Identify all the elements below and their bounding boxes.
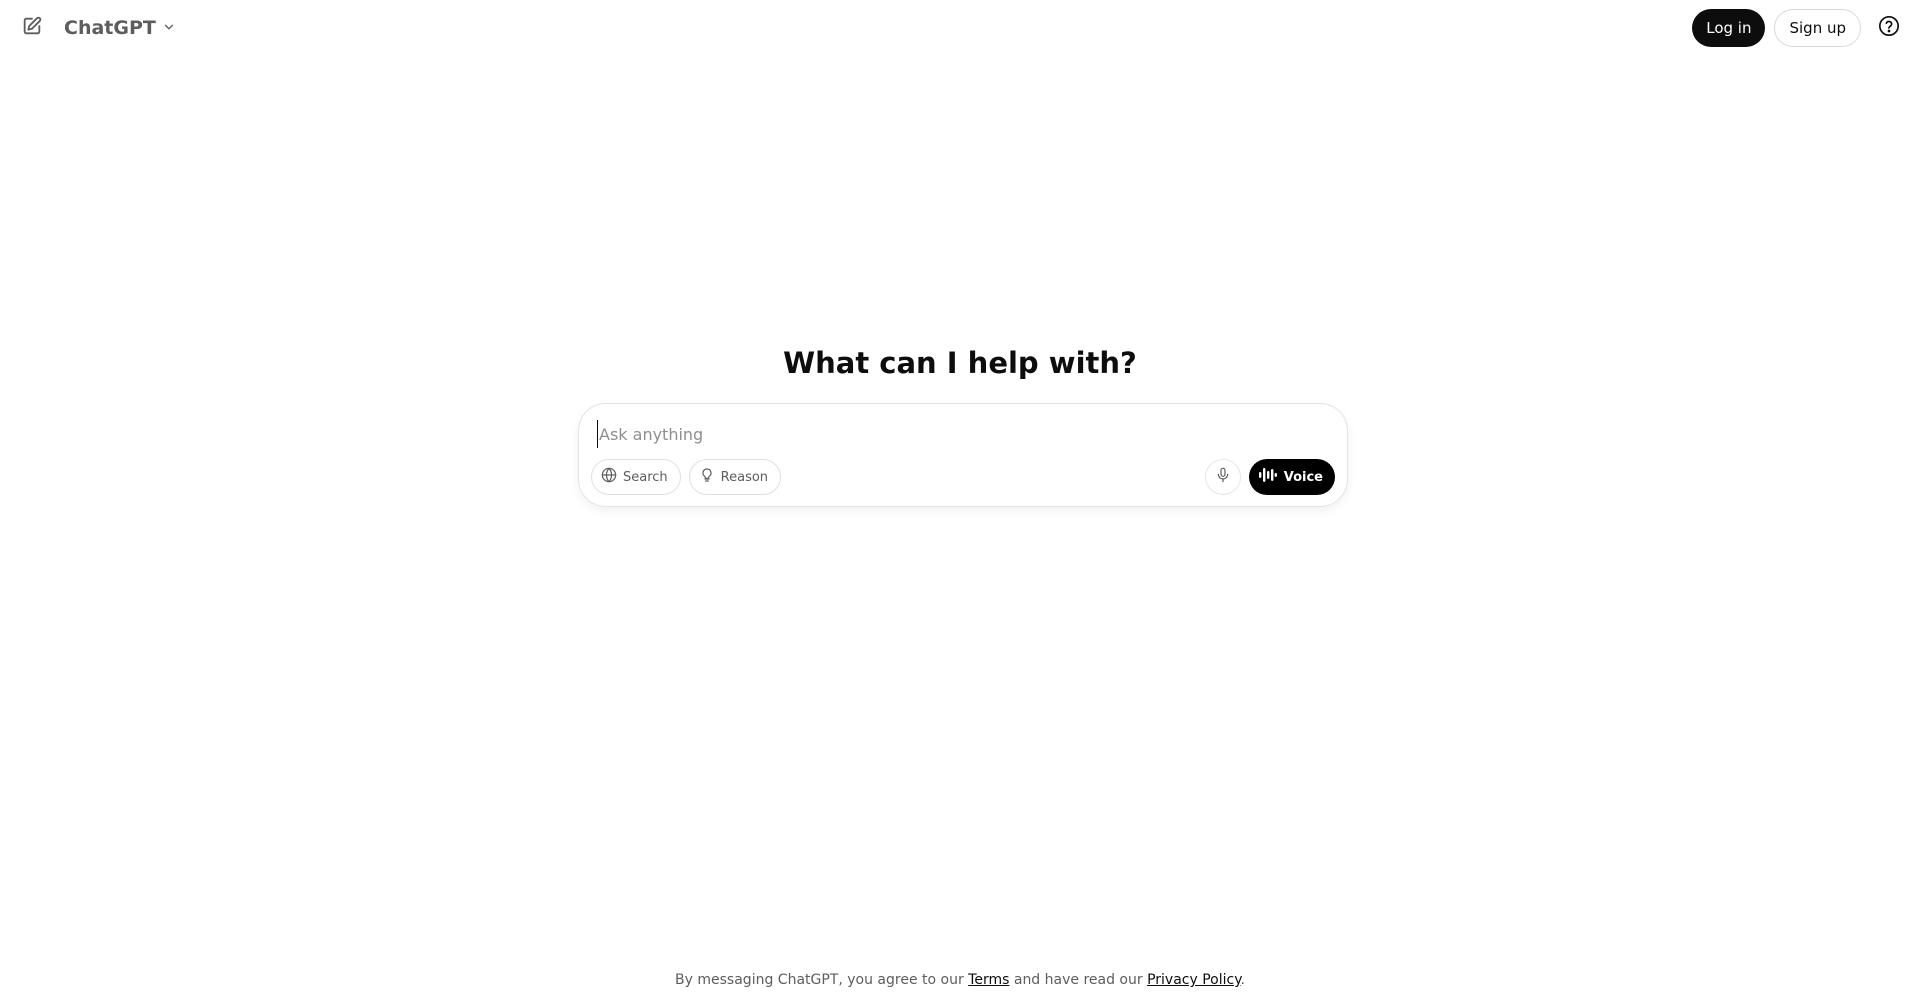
chevron-down-icon <box>162 19 176 38</box>
waveform-icon <box>1258 467 1277 487</box>
terms-link[interactable]: Terms <box>968 972 1009 988</box>
globe-icon <box>601 467 617 487</box>
new-chat-button[interactable] <box>16 12 48 44</box>
legal-notice: By messaging ChatGPT, you agree to our T… <box>0 972 1920 988</box>
composer-tools: Search Reason <box>591 459 782 495</box>
legal-prefix: By messaging ChatGPT, you agree to our <box>675 972 964 988</box>
top-bar: ChatGPT Log in Sign up <box>0 0 1920 56</box>
edit-square-icon <box>21 15 43 41</box>
reason-tool-button[interactable]: Reason <box>688 459 782 495</box>
signup-button[interactable]: Sign up <box>1774 9 1861 47</box>
search-tool-label: Search <box>623 469 668 485</box>
composer-actions: Voice <box>1204 459 1335 495</box>
voice-mode-button[interactable]: Voice <box>1248 459 1335 495</box>
dictate-button[interactable] <box>1204 459 1241 495</box>
model-switcher[interactable]: ChatGPT <box>58 12 182 44</box>
header-actions: Log in Sign up <box>1692 9 1904 47</box>
page-title: What can I help with? <box>783 346 1137 380</box>
microphone-icon <box>1215 467 1231 487</box>
login-button[interactable]: Log in <box>1692 9 1766 47</box>
model-name: ChatGPT <box>64 17 156 39</box>
legal-suffix: . <box>1240 972 1245 988</box>
reason-tool-label: Reason <box>720 469 769 485</box>
prompt-input[interactable] <box>597 420 1317 448</box>
help-button[interactable] <box>1874 13 1904 43</box>
question-circle-icon <box>1878 15 1900 41</box>
prompt-composer: Search Reason <box>578 403 1348 507</box>
lightbulb-icon <box>699 467 715 487</box>
search-tool-button[interactable]: Search <box>591 459 681 495</box>
voice-label: Voice <box>1283 469 1323 485</box>
privacy-policy-link[interactable]: Privacy Policy <box>1147 972 1240 988</box>
legal-middle: and have read our <box>1013 972 1143 988</box>
